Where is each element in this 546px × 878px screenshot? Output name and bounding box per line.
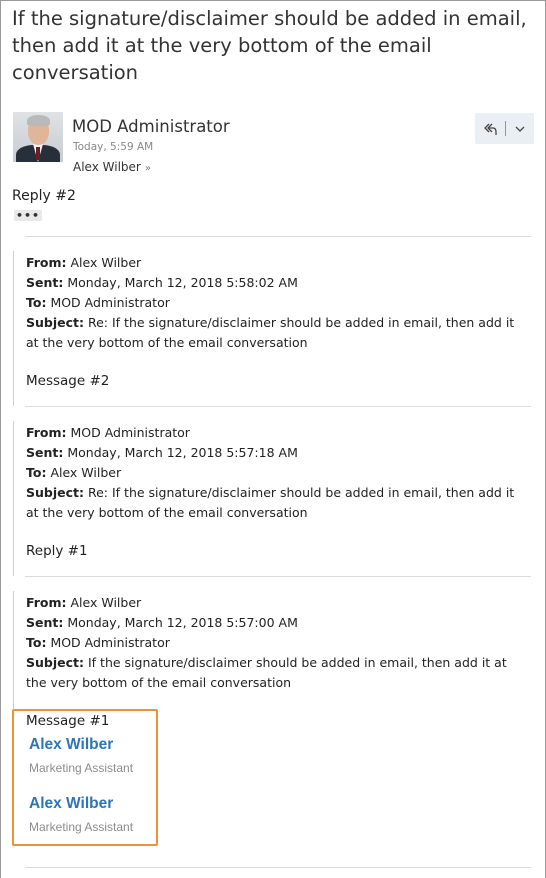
- quoted-subject: Re: If the signature/disclaimer should b…: [26, 485, 515, 520]
- quote-bar: [13, 251, 14, 406]
- email-reading-pane: If the signature/disclaimer should be ad…: [0, 0, 546, 878]
- show-trimmed-content-button[interactable]: •••: [14, 210, 42, 221]
- quoted-from: Alex Wilber: [70, 595, 142, 610]
- sender-name[interactable]: MOD Administrator: [72, 117, 230, 136]
- quote-divider: [25, 576, 531, 577]
- quote-bar: [13, 591, 14, 709]
- quote-divider: [25, 406, 531, 407]
- quoted-to: MOD Administrator: [50, 295, 170, 310]
- double-chevron-down-icon[interactable]: »: [145, 163, 151, 174]
- signature-title: Marketing Assistant: [29, 761, 134, 775]
- reply-actions: [475, 113, 534, 144]
- sender-avatar[interactable]: [13, 112, 63, 162]
- signature-name: Alex Wilber: [29, 736, 114, 753]
- reply-all-icon: [484, 123, 497, 135]
- quote-divider: [25, 236, 531, 237]
- signature-name: Alex Wilber: [29, 795, 114, 812]
- email-subject: If the signature/disclaimer should be ad…: [12, 7, 527, 84]
- quoted-header: From: Alex Wilber Sent: Monday, March 12…: [26, 595, 507, 690]
- quote-divider: [25, 867, 531, 868]
- chevron-down-icon: [515, 126, 524, 132]
- quoted-body: Reply #1: [26, 543, 88, 559]
- quoted-sent: Monday, March 12, 2018 5:57:00 AM: [67, 615, 298, 630]
- quoted-sent: Monday, March 12, 2018 5:57:18 AM: [67, 445, 298, 460]
- recipient-line[interactable]: Alex Wilber »: [73, 160, 151, 174]
- quoted-body: Message #2: [26, 373, 110, 389]
- ellipsis-icon: •••: [15, 208, 41, 222]
- quoted-header: From: MOD Administrator Sent: Monday, Ma…: [26, 425, 515, 520]
- quoted-from: Alex Wilber: [70, 255, 142, 270]
- reply-all-button[interactable]: [475, 113, 505, 144]
- quoted-subject: If the signature/disclaimer should be ad…: [26, 655, 507, 690]
- sent-time: Today, 5:59 AM: [73, 141, 154, 153]
- recipient-name[interactable]: Alex Wilber: [73, 160, 141, 174]
- quoted-body: Message #1: [26, 713, 110, 729]
- quote-bar: [13, 421, 14, 576]
- quoted-header: From: Alex Wilber Sent: Monday, March 12…: [26, 255, 515, 350]
- more-actions-button[interactable]: [506, 113, 533, 144]
- quoted-from: MOD Administrator: [70, 425, 190, 440]
- message-body: Reply #2: [12, 188, 76, 204]
- signature-title: Marketing Assistant: [29, 820, 134, 834]
- quoted-sent: Monday, March 12, 2018 5:58:02 AM: [67, 275, 298, 290]
- quoted-to: Alex Wilber: [50, 465, 122, 480]
- quoted-subject: Re: If the signature/disclaimer should b…: [26, 315, 515, 350]
- quoted-to: MOD Administrator: [50, 635, 170, 650]
